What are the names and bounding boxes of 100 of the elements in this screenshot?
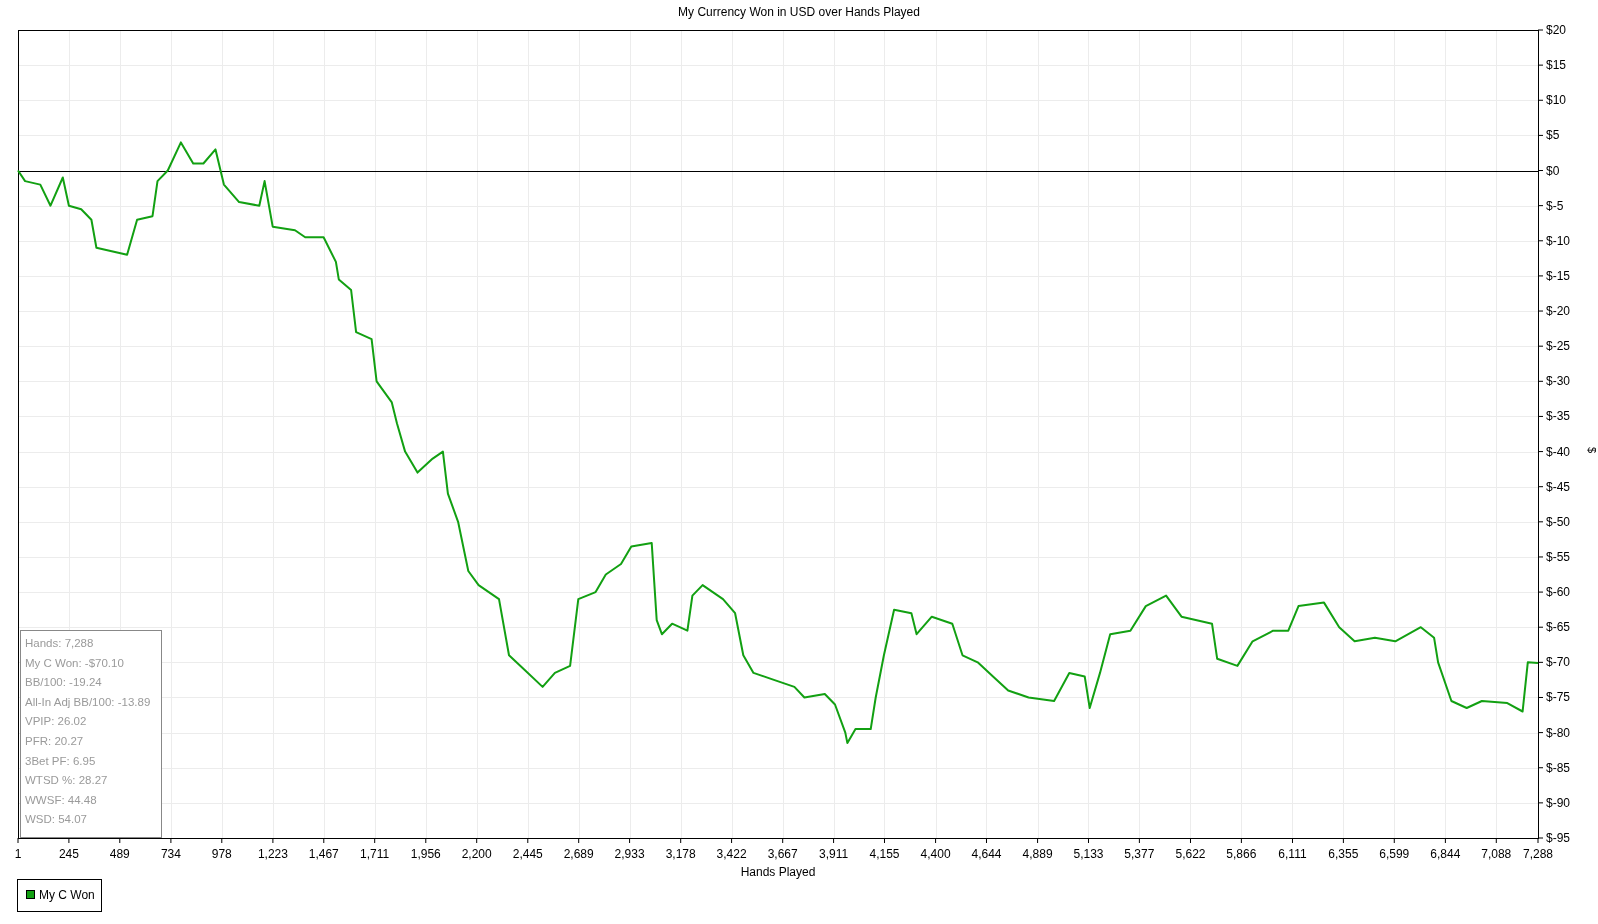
y-tick xyxy=(1537,99,1544,101)
x-tick xyxy=(782,837,784,844)
legend-label: My C Won xyxy=(39,888,95,902)
axis-tick-label: $-30 xyxy=(1546,374,1571,389)
x-tick xyxy=(119,837,121,844)
axis-tick-label: 3,178 xyxy=(665,847,696,861)
y-tick xyxy=(1537,240,1544,242)
axis-tick-label: $-55 xyxy=(1546,549,1571,564)
axis-tick-label: 5,377 xyxy=(1124,847,1155,861)
y-tick xyxy=(1537,591,1544,593)
axis-tick-label: $-45 xyxy=(1546,479,1571,494)
axis-tick-label: 6,599 xyxy=(1379,847,1410,861)
x-tick xyxy=(1444,837,1446,844)
x-tick xyxy=(1537,837,1539,844)
x-tick xyxy=(374,837,376,844)
x-tick xyxy=(1292,837,1293,844)
axis-tick-label: $0 xyxy=(1546,163,1560,178)
axis-tick-label: $-80 xyxy=(1546,725,1571,740)
stats-line: 3Bet PF: 6.95 xyxy=(25,753,97,769)
x-tick xyxy=(1138,837,1140,844)
x-tick xyxy=(221,837,223,844)
axis-tick-label: 5,866 xyxy=(1226,847,1257,861)
axis-tick-label: $-75 xyxy=(1546,690,1571,705)
axis-tick-label: 5,622 xyxy=(1175,847,1206,861)
stats-line: WWSF: 44.48 xyxy=(25,792,98,808)
axis-tick-label: $-65 xyxy=(1546,620,1571,635)
axis-tick-label: $-60 xyxy=(1546,585,1571,600)
x-tick xyxy=(1190,837,1191,844)
axis-tick-label: 978 xyxy=(211,847,232,861)
x-tick xyxy=(1342,837,1344,844)
axis-tick-label: $-70 xyxy=(1546,655,1571,670)
axis-tick-label: 4,400 xyxy=(920,847,951,861)
x-tick xyxy=(884,837,885,844)
axis-title: Hands Played xyxy=(740,865,816,879)
stats-line: PFR: 20.27 xyxy=(25,733,85,749)
y-tick xyxy=(1537,802,1544,804)
axis-tick-label: 3,911 xyxy=(819,847,849,861)
y-tick xyxy=(1537,521,1544,523)
axis-tick-label: 1,223 xyxy=(257,847,288,861)
x-tick xyxy=(272,837,274,844)
axis-tick-label: $-50 xyxy=(1546,514,1571,529)
axis-tick-label: 4,155 xyxy=(869,847,900,861)
axis-tick-label: 6,844 xyxy=(1430,847,1461,861)
axis-tick-label: 4,889 xyxy=(1022,847,1053,861)
axis-tick-label: 489 xyxy=(109,847,130,861)
axis-tick-label: $15 xyxy=(1546,58,1567,73)
axis-tick-label: $20 xyxy=(1546,24,1567,37)
y-tick xyxy=(1537,64,1544,66)
axis-tick-label: $-25 xyxy=(1546,339,1571,354)
y-tick xyxy=(1537,626,1544,628)
axis-tick-label: $10 xyxy=(1546,93,1567,108)
axis-tick-label: $5 xyxy=(1546,128,1560,143)
axis-tick-label: 3,667 xyxy=(767,847,798,861)
axis-tick-label: 2,933 xyxy=(614,847,645,861)
axis-tick-label: $-95 xyxy=(1546,831,1571,845)
axis-tick-label: $-15 xyxy=(1546,268,1571,283)
axis-tick-label: 1 xyxy=(14,847,22,861)
axis-tick-label: 245 xyxy=(58,847,79,861)
y-tick xyxy=(1537,310,1544,312)
chart-title: My Currency Won in USD over Hands Played xyxy=(677,4,921,21)
y-tick xyxy=(1537,451,1544,453)
y-tick xyxy=(1537,205,1544,207)
axis-tick-label: 3,422 xyxy=(716,847,747,861)
stats-line: Hands: 7,288 xyxy=(25,636,95,651)
x-tick xyxy=(731,837,733,844)
axis-tick-label: 6,355 xyxy=(1328,847,1359,861)
axis-tick-label: 7,288 xyxy=(1523,847,1553,861)
axis-tick-label: $-35 xyxy=(1546,409,1571,424)
x-tick xyxy=(68,837,70,844)
y-tick xyxy=(1537,415,1544,417)
axis-tick-label: $-20 xyxy=(1546,304,1571,319)
x-tick xyxy=(1393,837,1395,844)
y-tick xyxy=(1537,345,1544,347)
stats-line: WSD: 54.07 xyxy=(25,812,88,828)
axis-tick-label: 6,111 xyxy=(1278,847,1307,861)
x-tick xyxy=(629,837,631,844)
axis-tick-label: 734 xyxy=(160,847,181,861)
x-tick xyxy=(476,837,478,844)
y-tick xyxy=(1537,275,1544,277)
axis-tick-label: 1,467 xyxy=(308,847,339,861)
y-tick xyxy=(1537,697,1544,698)
stats-line: VPIP: 26.02 xyxy=(25,714,88,730)
y-tick xyxy=(1537,170,1544,171)
axis-tick-label: 5,133 xyxy=(1073,847,1104,861)
axis-tick-label: 2,200 xyxy=(461,847,492,861)
x-tick xyxy=(425,837,427,844)
y-tick xyxy=(1537,29,1544,31)
y-tick xyxy=(1537,486,1544,488)
x-tick xyxy=(17,837,19,844)
axis-tick-label: $-10 xyxy=(1546,233,1571,248)
axis-tick-label: $-85 xyxy=(1546,760,1571,775)
x-tick xyxy=(833,837,835,844)
stats-line: All-In Adj BB/100: -13.89 xyxy=(25,694,152,710)
axis-tick-label: $-40 xyxy=(1546,444,1571,459)
axis-tick-label: $-5 xyxy=(1546,198,1564,213)
axis-tick-label: 2,445 xyxy=(512,847,543,861)
x-tick xyxy=(935,837,937,844)
x-tick xyxy=(986,837,987,844)
y-tick xyxy=(1537,661,1544,663)
axis-tick-label: 1,711 xyxy=(360,847,390,861)
